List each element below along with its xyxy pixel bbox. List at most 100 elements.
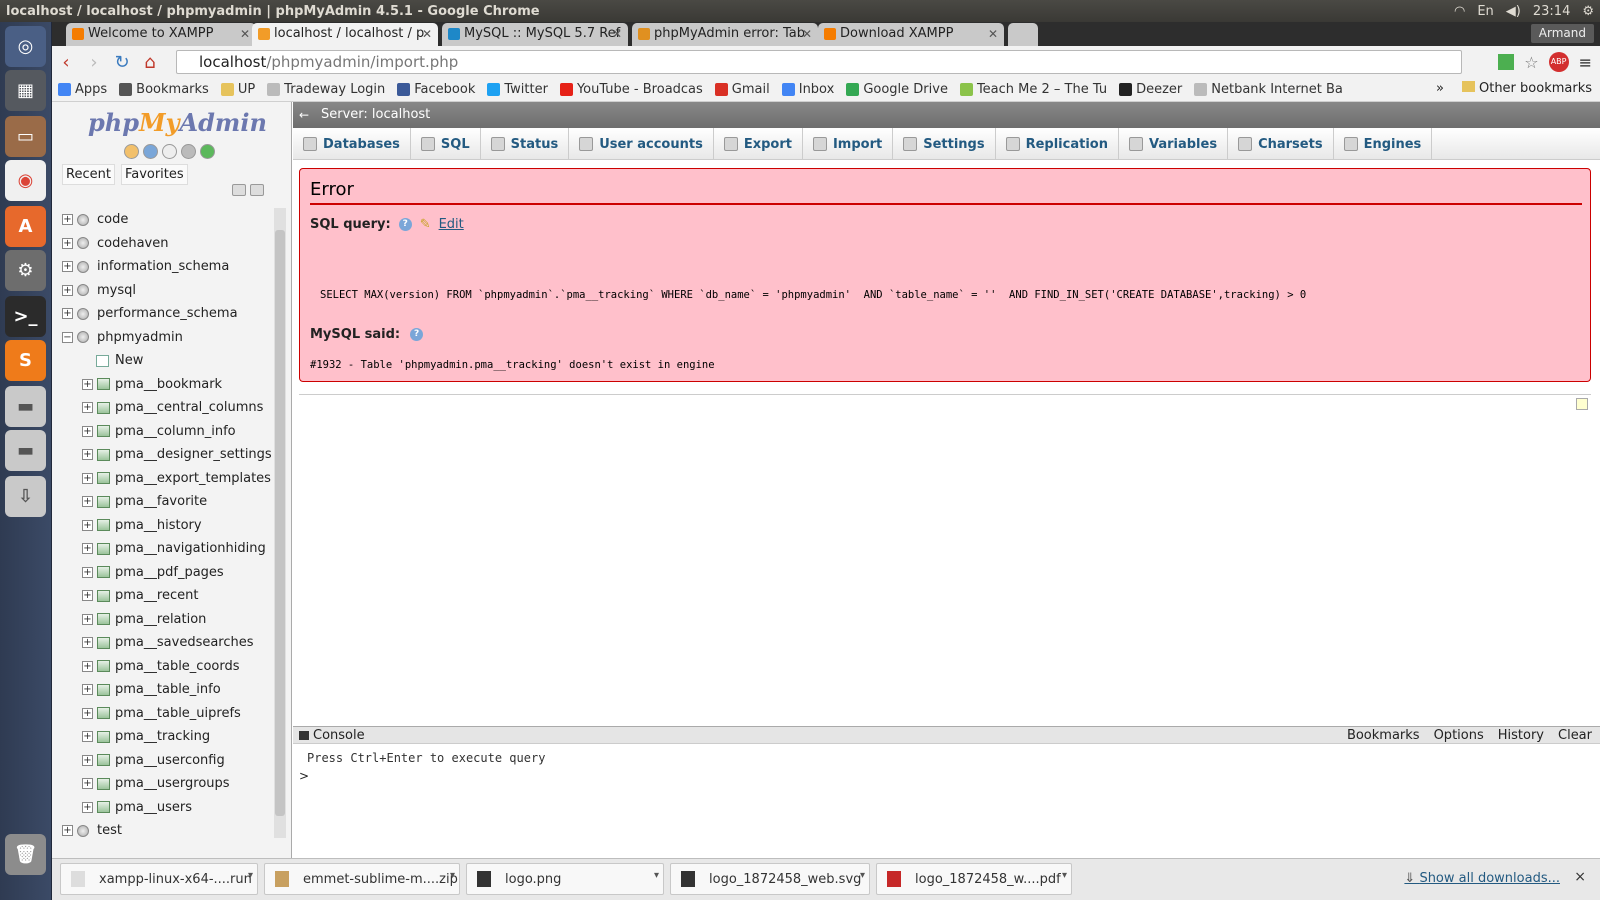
keyboard-indicator[interactable]: En	[1477, 4, 1493, 19]
console-input[interactable]: >	[299, 769, 309, 783]
chrome-icon[interactable]: ◉	[5, 160, 46, 201]
forward-icon[interactable]: ›	[80, 52, 108, 73]
page-settings-icon[interactable]	[1576, 398, 1588, 410]
collapse-all-icon[interactable]	[232, 184, 246, 196]
tree-db-codehaven[interactable]: + codehaven	[62, 232, 272, 256]
menu-settings[interactable]: Settings	[893, 128, 996, 160]
chevron-down-icon[interactable]: ▾	[860, 870, 865, 881]
tab-download-xampp[interactable]: Download XAMPP ✕	[818, 23, 1004, 46]
database-name[interactable]: mysql	[97, 283, 136, 298]
tree-table-pma__favorite[interactable]: + pma__favorite	[62, 490, 272, 514]
expand-icon[interactable]: +	[82, 425, 93, 437]
bookmark-9[interactable]: Google Drive	[846, 82, 948, 97]
gear-icon[interactable]: ⚙	[1582, 4, 1594, 19]
menu-icon[interactable]: ≡	[1579, 53, 1592, 72]
tab-welcome-xampp[interactable]: Welcome to XAMPP ✕	[66, 23, 256, 46]
table-name[interactable]: pma__relation	[115, 612, 206, 627]
server-link[interactable]: Server: localhost	[321, 107, 430, 122]
database-name[interactable]: phpmyadmin	[97, 330, 183, 345]
menu-import[interactable]: Import	[803, 128, 894, 160]
tree-table-pma__table_uiprefs[interactable]: + pma__table_uiprefs	[62, 702, 272, 726]
drive-icon[interactable]: ▬	[5, 386, 46, 427]
menu-charsets[interactable]: Charsets	[1228, 128, 1334, 160]
help-icon[interactable]	[143, 144, 158, 159]
tree-db-phpmyadmin[interactable]: − phpmyadmin	[62, 326, 272, 350]
table-name[interactable]: pma__central_columns	[115, 400, 263, 415]
tree-db-information_schema[interactable]: + information_schema	[62, 255, 272, 279]
console-header[interactable]: Console Bookmarks Options History Clear	[293, 727, 1600, 744]
download-item-3[interactable]: logo_1872458_web.svg ▾	[670, 863, 870, 895]
close-icon[interactable]: ✕	[988, 23, 998, 45]
table-name[interactable]: pma__table_info	[115, 682, 221, 697]
bookmark-11[interactable]: Deezer	[1119, 82, 1182, 97]
close-icon[interactable]: ✕	[612, 23, 622, 45]
bookmark-8[interactable]: Inbox	[781, 82, 834, 97]
tree-table-pma__export_templates[interactable]: + pma__export_templates	[62, 467, 272, 491]
table-name[interactable]: pma__designer_settings	[115, 447, 272, 462]
database-name[interactable]: test	[97, 823, 122, 838]
expand-icon[interactable]: +	[62, 237, 73, 249]
wifi-icon[interactable]: ◠	[1454, 4, 1465, 19]
files-icon[interactable]: ▭	[5, 116, 46, 157]
bookmark-7[interactable]: Gmail	[714, 82, 770, 97]
tree-scrollbar[interactable]	[274, 208, 286, 838]
table-name[interactable]: pma__column_info	[115, 424, 236, 439]
bookmark-10[interactable]: Teach Me 2 – The Tu	[959, 82, 1107, 97]
expand-icon[interactable]: +	[82, 472, 93, 484]
database-name[interactable]: code	[97, 212, 128, 227]
expand-icon[interactable]: +	[82, 801, 93, 813]
bookmark-2[interactable]: UP	[220, 82, 255, 97]
table-name[interactable]: pma__export_templates	[115, 471, 271, 486]
table-name[interactable]: pma__userconfig	[115, 753, 225, 768]
trash-icon[interactable]: 🗑	[5, 834, 46, 875]
close-icon[interactable]: ✕	[422, 23, 432, 45]
database-name[interactable]: codehaven	[97, 236, 169, 251]
expand-icon[interactable]: +	[82, 519, 93, 531]
expand-icon[interactable]: +	[82, 613, 93, 625]
help-icon[interactable]: ?	[410, 328, 424, 341]
usb-drive-icon[interactable]: ⇩	[5, 476, 46, 517]
extension-icon[interactable]	[1498, 54, 1515, 70]
tree-table-pma__pdf_pages[interactable]: + pma__pdf_pages	[62, 561, 272, 585]
settings-icon[interactable]: ⚙	[5, 250, 46, 291]
console-label[interactable]: Console	[313, 728, 365, 743]
volume-icon[interactable]: ◀)	[1506, 4, 1521, 19]
star-icon[interactable]: ☆	[1524, 53, 1538, 72]
expand-icon[interactable]: +	[82, 707, 93, 719]
close-icon[interactable]: ✕	[240, 23, 250, 45]
bookmark-1[interactable]: Bookmarks	[119, 82, 209, 97]
bookmark-6[interactable]: YouTube - Broadcas	[559, 82, 703, 97]
table-name[interactable]: pma__history	[115, 518, 202, 533]
download-item-1[interactable]: emmet-sublime-m....zip ▾	[264, 863, 460, 895]
tree-table-pma__table_info[interactable]: + pma__table_info	[62, 678, 272, 702]
tab-phpmyadmin[interactable]: localhost / localhost / p ✕	[252, 23, 438, 46]
link-icon[interactable]	[250, 184, 264, 196]
table-name[interactable]: pma__tracking	[115, 729, 210, 744]
tree-table-pma__navigationhiding[interactable]: + pma__navigationhiding	[62, 537, 272, 561]
workspace-icon[interactable]: ▦	[5, 70, 46, 111]
table-name[interactable]: pma__navigationhiding	[115, 541, 266, 556]
bookmark-3[interactable]: Tradeway Login	[267, 82, 385, 97]
download-item-0[interactable]: xampp-linux-x64-....run ▾	[60, 863, 258, 895]
tree-table-pma__recent[interactable]: + pma__recent	[62, 584, 272, 608]
tree-new-table[interactable]: New	[62, 349, 272, 373]
tree-table-pma__relation[interactable]: + pma__relation	[62, 608, 272, 632]
table-name[interactable]: pma__users	[115, 800, 192, 815]
table-name[interactable]: pma__savedsearches	[115, 635, 254, 650]
drive-icon-2[interactable]: ▬	[5, 430, 46, 471]
expand-icon[interactable]: +	[82, 684, 93, 696]
tree-table-pma__central_columns[interactable]: + pma__central_columns	[62, 396, 272, 420]
help-icon[interactable]: ?	[398, 218, 412, 231]
tree-db-performance_schema[interactable]: + performance_schema	[62, 302, 272, 326]
menu-replication[interactable]: Replication	[996, 128, 1119, 160]
docs-icon[interactable]	[162, 144, 177, 159]
expand-icon[interactable]: +	[82, 778, 93, 790]
tree-db-code[interactable]: + code	[62, 208, 272, 232]
tree-db-test[interactable]: + test	[62, 819, 272, 843]
menu-variables[interactable]: Variables	[1119, 128, 1229, 160]
expand-icon[interactable]: +	[82, 660, 93, 672]
expand-icon[interactable]: +	[82, 590, 93, 602]
chevron-down-icon[interactable]: ▾	[654, 870, 659, 881]
menu-user-accounts[interactable]: User accounts	[569, 128, 714, 160]
table-name[interactable]: pma__table_coords	[115, 659, 240, 674]
